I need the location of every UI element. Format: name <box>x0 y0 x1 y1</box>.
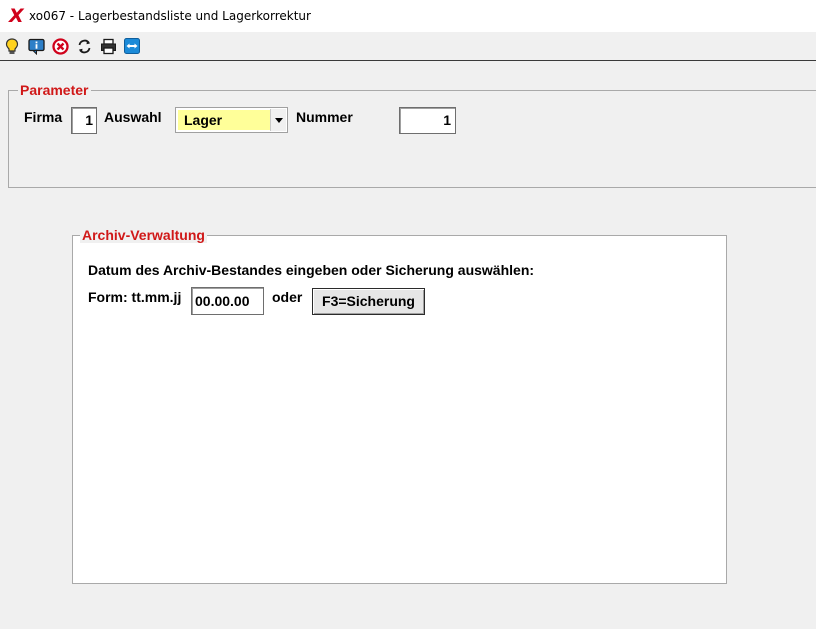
nummer-field[interactable]: 1 <box>399 107 456 134</box>
lightbulb-icon[interactable] <box>3 37 21 55</box>
chevron-down-icon[interactable] <box>270 109 286 131</box>
sicherung-button[interactable]: F3=Sicherung <box>312 288 425 315</box>
archive-legend: Archiv-Verwaltung <box>80 227 207 243</box>
refresh-icon[interactable] <box>75 37 93 55</box>
firma-field[interactable]: 1 <box>71 107 97 134</box>
title-bar: X xo067 - Lagerbestandsliste und Lagerko… <box>0 0 816 32</box>
print-icon[interactable] <box>99 37 117 55</box>
auswahl-select[interactable]: Lager <box>175 107 288 133</box>
date-format-label: Form: tt.mm.jj <box>88 289 182 305</box>
archive-instruction: Datum des Archiv-Bestandes eingeben oder… <box>88 262 535 278</box>
nummer-label: Nummer <box>296 109 353 125</box>
cancel-icon[interactable] <box>51 37 69 55</box>
info-icon[interactable] <box>27 37 45 55</box>
toolbar <box>0 32 816 61</box>
or-label: oder <box>272 289 303 305</box>
auswahl-selected-value: Lager <box>178 110 271 130</box>
auswahl-label: Auswahl <box>104 109 162 125</box>
window-title: xo067 - Lagerbestandsliste und Lagerkorr… <box>29 9 311 23</box>
parameter-legend: Parameter <box>18 82 91 98</box>
parameter-group <box>8 90 816 188</box>
archive-date-field[interactable]: 00.00.00 <box>191 287 264 315</box>
app-logo-icon: X <box>9 5 24 27</box>
teamviewer-icon[interactable] <box>123 37 141 55</box>
firma-label: Firma <box>24 109 63 125</box>
